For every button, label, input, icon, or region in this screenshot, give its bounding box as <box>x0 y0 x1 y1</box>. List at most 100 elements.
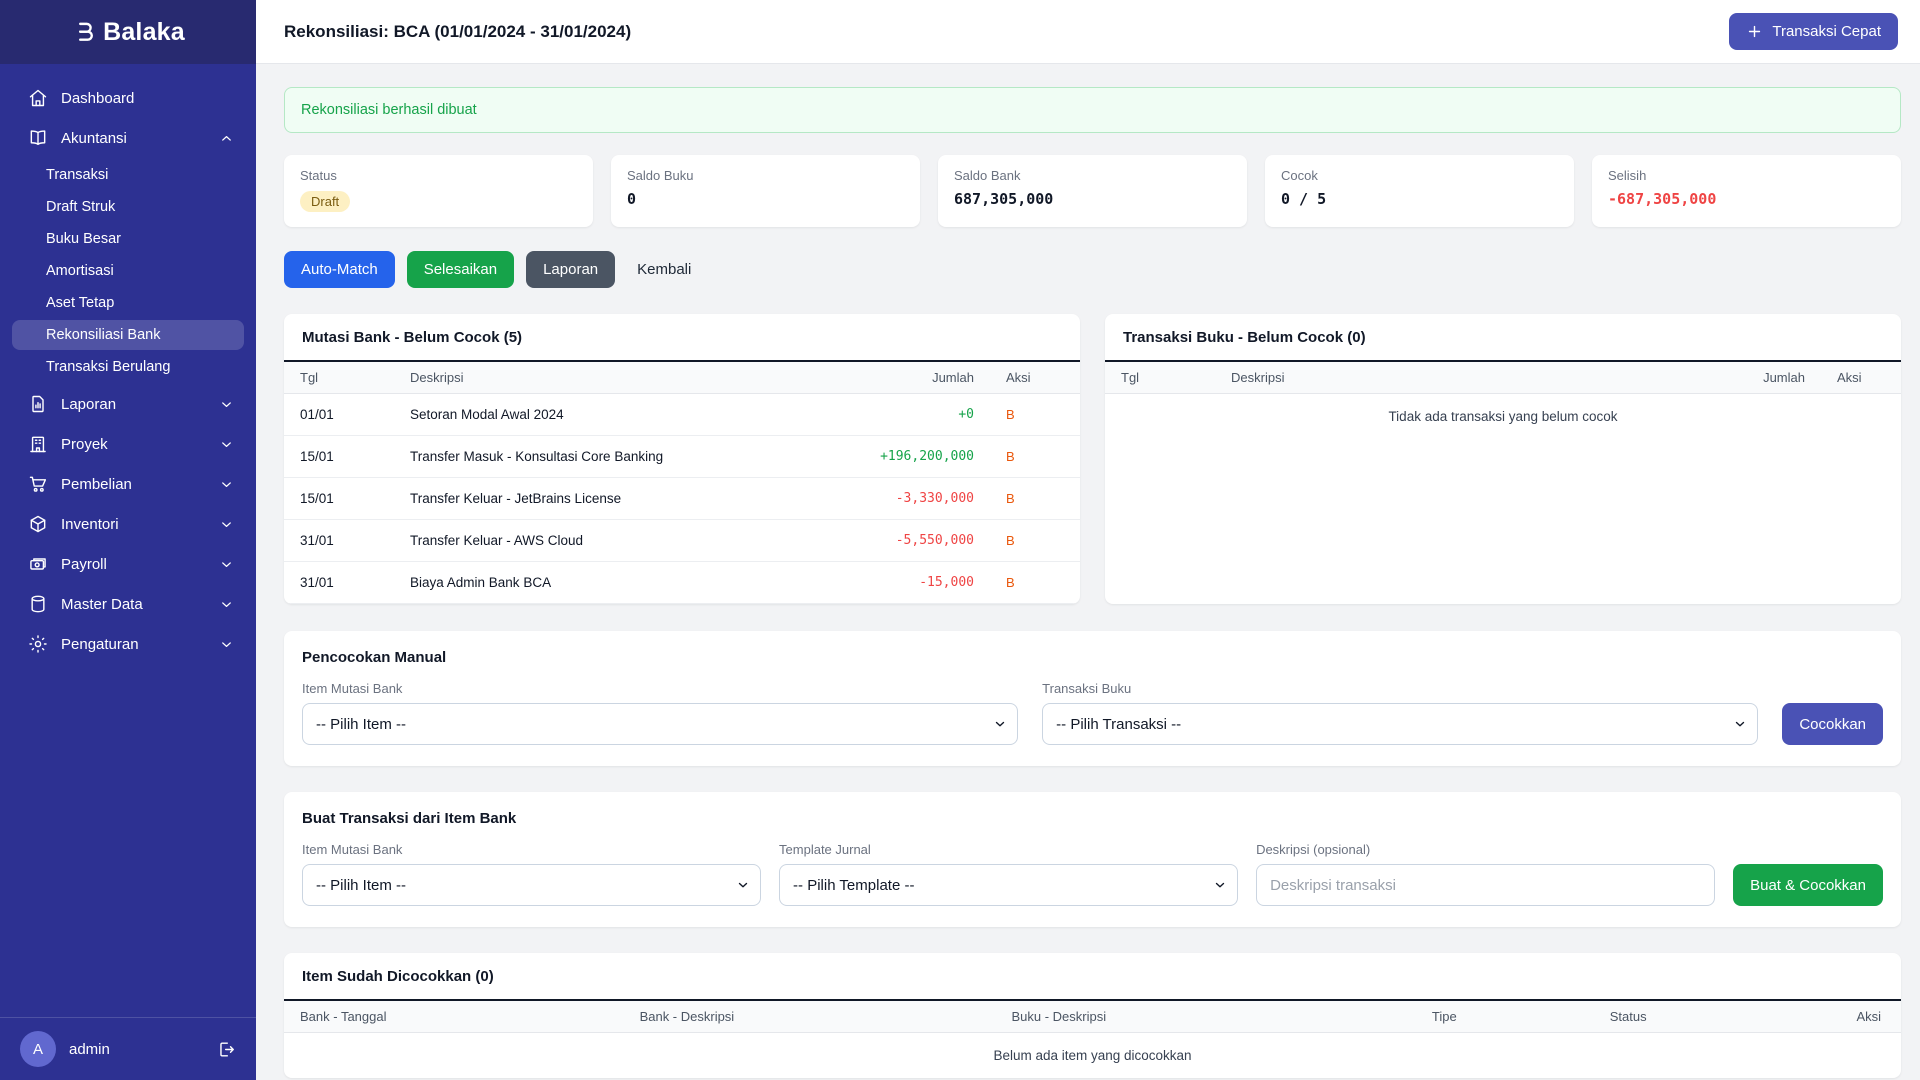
cell-jumlah: +0 <box>795 394 990 436</box>
stat-cocok: Cocok 0 / 5 <box>1265 155 1574 227</box>
sidebar-item-label: Proyek <box>61 436 108 453</box>
username: admin <box>69 1041 110 1058</box>
sidebar-item-akuntansi[interactable]: Akuntansi <box>0 118 256 158</box>
table-header-row: Tgl Deskripsi Jumlah Aksi <box>284 361 1080 394</box>
table-row: 31/01 Transfer Keluar - AWS Cloud -5,550… <box>284 520 1080 562</box>
transaksi-cepat-button[interactable]: Transaksi Cepat <box>1729 13 1898 50</box>
sidebar-item-transaksi[interactable]: Transaksi <box>12 160 244 190</box>
table-row: 15/01 Transfer Keluar - JetBrains Licens… <box>284 478 1080 520</box>
buat-transaksi-action[interactable]: B <box>1006 407 1015 422</box>
chevron-up-icon <box>219 131 234 146</box>
sidebar-item-pembelian[interactable]: Pembelian <box>0 464 256 504</box>
buat-cocokkan-button[interactable]: Buat & Cocokkan <box>1733 864 1883 906</box>
empty-row: Belum ada item yang dicocokkan <box>284 1033 1901 1079</box>
chevron-down-icon <box>219 397 234 412</box>
sidebar-item-payroll[interactable]: Payroll <box>0 544 256 584</box>
cell-deskripsi: Setoran Modal Awal 2024 <box>394 394 795 436</box>
table-row: 01/01 Setoran Modal Awal 2024 +0 B <box>284 394 1080 436</box>
col-aksi: Aksi <box>1821 361 1901 394</box>
item-mutasi-bank-select[interactable]: -- Pilih Item -- <box>302 703 1018 745</box>
stat-saldo-buku: Saldo Buku 0 <box>611 155 920 227</box>
bank-mutations-card: Mutasi Bank - Belum Cocok (5) Tgl Deskri… <box>284 314 1080 604</box>
laporan-button[interactable]: Laporan <box>526 251 615 288</box>
topbar: Rekonsiliasi: BCA (01/01/2024 - 31/01/20… <box>256 0 1920 64</box>
create-transaction-title: Buat Transaksi dari Item Bank <box>302 810 1883 827</box>
deskripsi-input[interactable] <box>1256 864 1715 906</box>
chevron-down-icon <box>219 517 234 532</box>
logo-text: Balaka <box>103 18 185 47</box>
home-icon <box>28 88 48 108</box>
sidebar-item-label: Aset Tetap <box>46 295 114 311</box>
sidebar-item-draft-struk[interactable]: Draft Struk <box>12 192 244 222</box>
success-alert: Rekonsiliasi berhasil dibuat <box>284 87 1901 133</box>
sidebar-user: A admin <box>0 1017 256 1080</box>
sidebar-item-master-data[interactable]: Master Data <box>0 584 256 624</box>
deskripsi-field: Deskripsi (opsional) <box>1256 842 1715 906</box>
col-jumlah: Jumlah <box>795 361 990 394</box>
app-shell: Balaka Dashboard Akuntansi Transaksi Dra… <box>0 0 1920 1080</box>
col-jumlah: Jumlah <box>1681 361 1821 394</box>
buat-transaksi-action[interactable]: B <box>1006 575 1015 590</box>
sidebar-item-inventori[interactable]: Inventori <box>0 504 256 544</box>
sidebar-item-rekonsiliasi-bank[interactable]: Rekonsiliasi Bank <box>12 320 244 350</box>
logo[interactable]: Balaka <box>0 0 256 64</box>
cell-tgl: 15/01 <box>284 436 394 478</box>
col-deskripsi: Deskripsi <box>1215 361 1681 394</box>
table-row: 31/01 Biaya Admin Bank BCA -15,000 B <box>284 562 1080 604</box>
book-transactions-card: Transaksi Buku - Belum Cocok (0) Tgl Des… <box>1105 314 1901 604</box>
balaka-logo-icon <box>71 19 97 45</box>
matched-items-card: Item Sudah Dicocokkan (0) Bank - Tanggal… <box>284 953 1901 1078</box>
banknote-icon <box>28 554 48 574</box>
sidebar-item-buku-besar[interactable]: Buku Besar <box>12 224 244 254</box>
cell-jumlah: +196,200,000 <box>795 436 990 478</box>
field-label: Item Mutasi Bank <box>302 681 1018 696</box>
transaksi-buku-select[interactable]: -- Pilih Transaksi -- <box>1042 703 1758 745</box>
sidebar-item-label: Akuntansi <box>61 130 127 147</box>
kembali-link[interactable]: Kembali <box>627 251 701 288</box>
create-transaction-card: Buat Transaksi dari Item Bank Item Mutas… <box>284 792 1901 927</box>
cell-deskripsi: Transfer Masuk - Konsultasi Core Banking <box>394 436 795 478</box>
sidebar-item-label: Buku Besar <box>46 231 121 247</box>
sidebar-item-label: Transaksi <box>46 167 108 183</box>
sidebar-item-label: Draft Struk <box>46 199 115 215</box>
selesaikan-button[interactable]: Selesaikan <box>407 251 514 288</box>
cell-tgl: 31/01 <box>284 562 394 604</box>
sidebar-item-label: Rekonsiliasi Bank <box>46 327 160 343</box>
cube-icon <box>28 514 48 534</box>
cocokkan-button[interactable]: Cocokkan <box>1782 703 1883 745</box>
sidebar-item-transaksi-berulang[interactable]: Transaksi Berulang <box>12 352 244 382</box>
chevron-down-icon <box>219 477 234 492</box>
buat-transaksi-action[interactable]: B <box>1006 533 1015 548</box>
stat-value: 0 <box>627 190 904 208</box>
chevron-down-icon <box>219 557 234 572</box>
sidebar-item-proyek[interactable]: Proyek <box>0 424 256 464</box>
main-area: Rekonsiliasi: BCA (01/01/2024 - 31/01/20… <box>256 0 1920 1080</box>
buat-transaksi-action[interactable]: B <box>1006 491 1015 506</box>
sidebar-item-label: Pembelian <box>61 476 132 493</box>
plus-icon <box>1746 23 1763 40</box>
cell-tgl: 15/01 <box>284 478 394 520</box>
stat-cards: Status Draft Saldo Buku 0 Saldo Bank 687… <box>284 155 1901 227</box>
content: Rekonsiliasi berhasil dibuat Status Draf… <box>256 64 1920 1080</box>
stat-label: Status <box>300 168 577 183</box>
sidebar: Balaka Dashboard Akuntansi Transaksi Dra… <box>0 0 256 1080</box>
book-table-title: Transaksi Buku - Belum Cocok (0) <box>1105 314 1901 360</box>
cart-icon <box>28 474 48 494</box>
buat-transaksi-action[interactable]: B <box>1006 449 1015 464</box>
sidebar-item-dashboard[interactable]: Dashboard <box>0 78 256 118</box>
unmatched-tables: Mutasi Bank - Belum Cocok (5) Tgl Deskri… <box>284 314 1901 604</box>
empty-row: Tidak ada transaksi yang belum cocok <box>1105 394 1901 440</box>
sidebar-item-amortisasi[interactable]: Amortisasi <box>12 256 244 286</box>
item-mutasi-bank-select[interactable]: -- Pilih Item -- <box>302 864 761 906</box>
sidebar-item-laporan[interactable]: Laporan <box>0 384 256 424</box>
auto-match-button[interactable]: Auto-Match <box>284 251 395 288</box>
col-bank-tanggal: Bank - Tanggal <box>284 1000 624 1033</box>
cell-jumlah: -3,330,000 <box>795 478 990 520</box>
matched-table-title: Item Sudah Dicocokkan (0) <box>284 953 1901 999</box>
logout-icon[interactable] <box>217 1040 236 1059</box>
sidebar-item-pengaturan[interactable]: Pengaturan <box>0 624 256 664</box>
sidebar-item-label: Transaksi Berulang <box>46 359 170 375</box>
sidebar-item-aset-tetap[interactable]: Aset Tetap <box>12 288 244 318</box>
book-table: Tgl Deskripsi Jumlah Aksi Tidak ada tran… <box>1105 360 1901 439</box>
template-jurnal-select[interactable]: -- Pilih Template -- <box>779 864 1238 906</box>
